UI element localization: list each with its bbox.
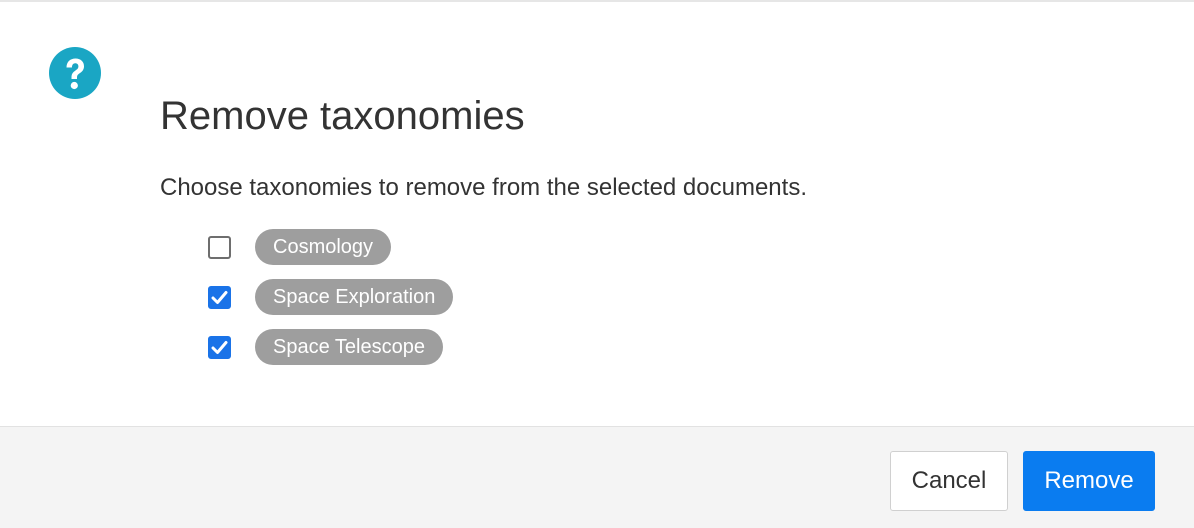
dialog-title: Remove taxonomies (160, 94, 525, 138)
taxonomy-tag: Cosmology (255, 229, 392, 265)
taxonomy-checkbox[interactable] (208, 235, 231, 259)
taxonomy-tag: Space Exploration (255, 279, 454, 315)
taxonomy-item: Space Exploration (208, 279, 454, 315)
dialog-footer: Cancel Remove (0, 426, 1194, 528)
taxonomy-checkbox[interactable] (208, 285, 231, 309)
remove-taxonomies-dialog: Remove taxonomies Choose taxonomies to r… (0, 0, 1194, 528)
cancel-button[interactable]: Cancel (890, 451, 1008, 511)
taxonomy-item: Space Telescope (208, 329, 453, 365)
dialog-body: Remove taxonomies Choose taxonomies to r… (0, 2, 1194, 426)
taxonomy-checkbox[interactable] (208, 335, 231, 359)
taxonomy-tag: Space Telescope (255, 329, 443, 365)
taxonomy-item: Cosmology (208, 229, 453, 265)
checkmark-icon (211, 340, 228, 354)
dialog-description: Choose taxonomies to remove from the sel… (160, 174, 807, 201)
question-circle-icon (49, 47, 101, 99)
taxonomy-list: Cosmology Space Exploration Space Telesc… (208, 229, 454, 379)
checkmark-icon (211, 290, 228, 304)
remove-button[interactable]: Remove (1023, 451, 1155, 511)
